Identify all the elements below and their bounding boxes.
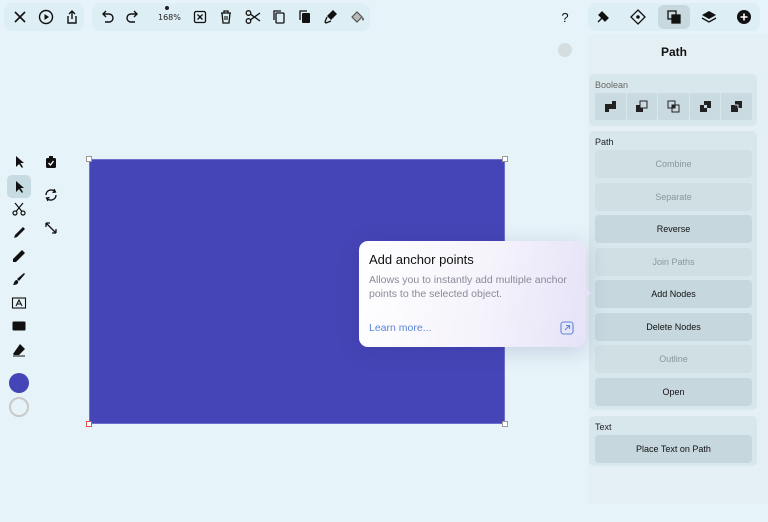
boolean-divide-button[interactable] [721,93,752,120]
intersect-icon [667,100,680,113]
boolean-union-button[interactable] [595,93,626,120]
zoom-indicator-dot [165,6,169,10]
brush-settings-icon[interactable] [592,6,614,28]
boolean-icon[interactable] [658,5,690,29]
add-icon[interactable] [733,6,755,28]
boolean-subtract-button[interactable] [626,93,658,120]
boolean-exclude-button[interactable] [689,93,721,120]
clipboard-check-icon[interactable] [40,151,62,173]
rectangle-icon[interactable] [8,315,30,337]
text-section-label: Text [595,422,612,432]
add-anchor-points-tooltip: Add anchor points Allows you to instantl… [359,241,586,347]
copy-icon[interactable] [268,6,290,28]
brush-icon[interactable] [8,268,30,290]
deselect-icon[interactable] [189,6,211,28]
select-icon[interactable] [8,151,30,173]
path-section-label: Path [595,137,614,147]
panel-title: Path [660,45,687,59]
learn-more-link[interactable]: Learn more... [369,322,431,334]
handle-top-left[interactable] [86,156,92,162]
fill-bucket-icon[interactable] [346,6,368,28]
text-icon[interactable] [8,292,30,314]
tooltip-description: Allows you to instantly add multiple anc… [369,274,567,300]
panel-toggle[interactable] [558,43,572,57]
paint-brush-icon[interactable] [320,6,342,28]
divide-icon [731,101,743,112]
close-icon[interactable] [9,6,31,28]
stroke-color-swatch[interactable] [9,397,29,417]
tooltip-arrow [585,287,591,299]
zoom-level[interactable]: 168% [158,13,181,22]
pen-icon[interactable] [8,222,30,244]
help-icon[interactable]: ? [554,6,576,28]
exclude-icon [699,101,711,112]
add-nodes-button[interactable]: Add Nodes [595,280,752,308]
boolean-label: Boolean [595,80,629,90]
trash-icon[interactable] [215,6,237,28]
separate-button[interactable]: Separate [595,183,752,211]
subtract-icon [636,100,648,112]
paste-icon[interactable] [294,6,316,28]
layers-icon[interactable] [698,6,720,28]
external-link-icon[interactable] [560,321,574,335]
outline-button[interactable]: Outline [595,345,752,373]
fill-color-swatch[interactable] [9,373,29,393]
text-section: Text Place Text on Path [589,416,757,466]
handle-bottom-left[interactable] [86,421,92,427]
handle-top-right[interactable] [502,156,508,162]
scissors-tool-icon[interactable] [8,198,30,220]
scale-icon[interactable] [40,217,62,239]
scissors-icon[interactable] [242,6,264,28]
eraser-icon[interactable] [8,339,30,361]
node-icon[interactable] [627,6,649,28]
reverse-button[interactable]: Reverse [595,215,752,243]
redo-icon[interactable] [122,6,144,28]
pencil-icon[interactable] [8,245,30,267]
open-button[interactable]: Open [595,378,752,406]
boolean-intersect-button[interactable] [658,93,689,120]
boolean-section: Boolean [589,74,757,126]
join-paths-button[interactable]: Join Paths [595,248,752,276]
combine-button[interactable]: Combine [595,150,752,178]
play-icon[interactable] [35,6,57,28]
direct-select-icon[interactable] [7,175,31,198]
tooltip-title: Add anchor points [369,252,474,267]
rotate-icon[interactable] [40,184,62,206]
place-text-on-path-button[interactable]: Place Text on Path [595,435,752,463]
union-icon [604,101,616,112]
path-section: Path Combine Separate Reverse Join Paths… [589,131,757,410]
share-icon[interactable] [61,6,83,28]
handle-bottom-right[interactable] [502,421,508,427]
delete-nodes-button[interactable]: Delete Nodes [595,313,752,341]
undo-icon[interactable] [96,6,118,28]
